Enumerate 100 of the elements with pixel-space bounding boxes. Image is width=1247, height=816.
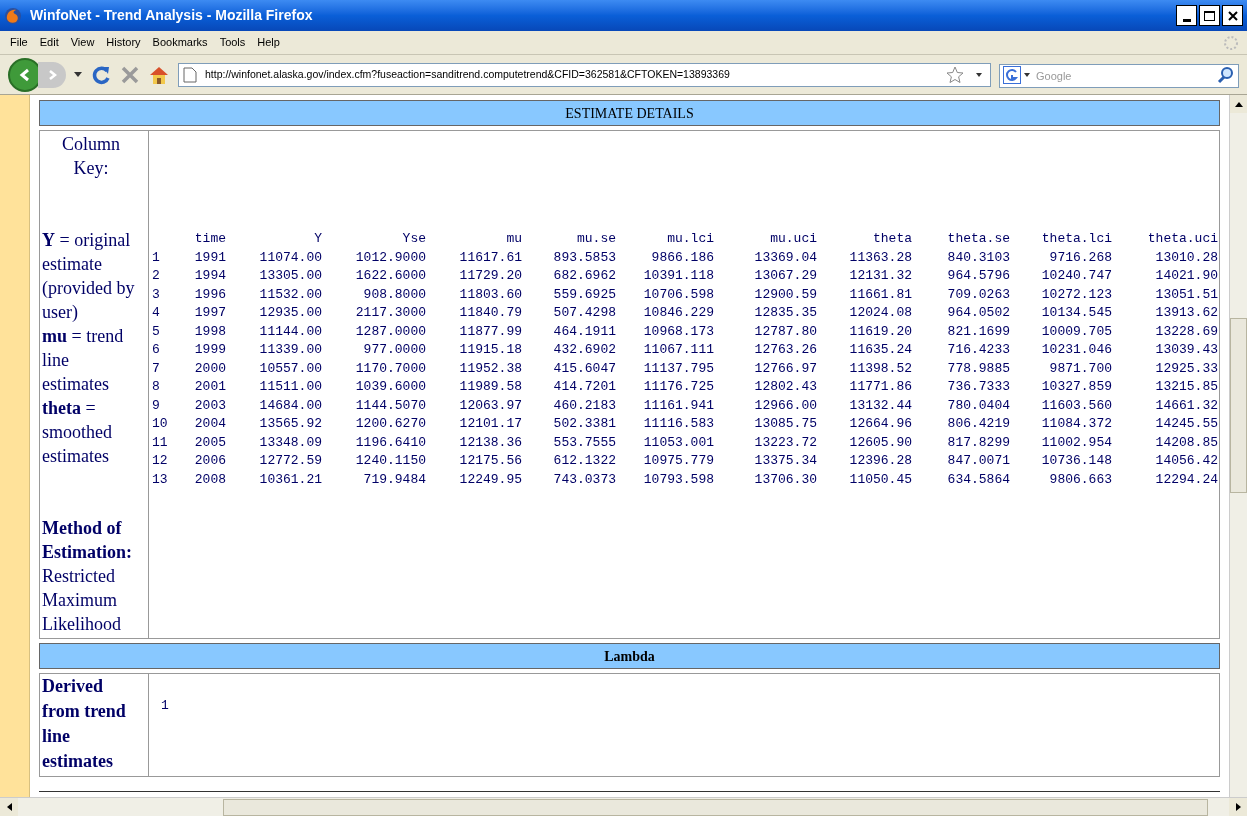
table-cell-text: 10736.148	[1040, 452, 1112, 470]
table-cell-text: 12664.96	[848, 415, 912, 433]
minimize-button[interactable]	[1176, 5, 1197, 26]
table-cell-text: 11137.795	[642, 359, 714, 378]
table-cell-text: 10327.859	[1040, 378, 1112, 396]
column-header: mu.uci	[769, 230, 817, 248]
search-engine-icon[interactable]	[1003, 65, 1031, 84]
throbber-icon	[1223, 34, 1239, 51]
table-cell-text: 414.7201	[552, 378, 616, 396]
lambda-label: Derived from trend line estimates	[40, 674, 149, 776]
table-cell-text: 415.6047	[552, 359, 616, 378]
maximize-button[interactable]	[1199, 5, 1220, 26]
star-icon[interactable]	[946, 65, 964, 84]
table-cell-text: 12763.26	[753, 341, 817, 359]
table-cell-text: 11952.38	[458, 359, 522, 378]
table-cell-text: 2004	[193, 415, 226, 433]
table-cell-text: 1144.5070	[354, 396, 426, 415]
menu-item[interactable]: Bookmarks	[146, 34, 214, 51]
home-icon[interactable]	[148, 64, 170, 85]
table-cell-text: 1196.6410	[354, 433, 426, 452]
table-cell-text: 1622.6000	[354, 267, 426, 285]
search-icon[interactable]	[1217, 65, 1235, 84]
close-icon	[1227, 10, 1238, 21]
table-cell-text: 719.9484	[362, 470, 426, 489]
table-cell-text: 9871.700	[1048, 359, 1112, 378]
scroll-thumb[interactable]	[223, 798, 1208, 816]
table-cell-text: 13085.75	[753, 415, 817, 433]
table-cell-text: 743.0373	[552, 470, 616, 489]
table-cell-text: 13913.62	[1154, 304, 1218, 322]
table-cell-text: 709.0263	[946, 285, 1010, 304]
table-cell-text: 12605.90	[848, 433, 912, 452]
table-cell-text: 14208.85	[1154, 433, 1218, 452]
table-cell-text: 12294.24	[1154, 470, 1218, 489]
table-cell-text: 716.4233	[946, 341, 1010, 359]
row-number: 4	[152, 304, 161, 322]
table-cell-text: 1039.6000	[354, 378, 426, 396]
table-cell-text: 11053.001	[642, 433, 714, 452]
table-cell-text: 1240.1150	[354, 452, 426, 470]
table-cell-text: 1991	[193, 248, 226, 267]
table-cell-text: 12766.97	[753, 359, 817, 378]
table-cell-text: 10231.046	[1040, 341, 1112, 359]
table-cell-text: 1996	[193, 285, 226, 304]
table-cell-text: 13305.00	[258, 267, 322, 285]
table-cell-text: 12138.36	[458, 433, 522, 452]
scroll-right-icon[interactable]	[1235, 803, 1241, 811]
menu-item[interactable]: File	[4, 34, 34, 51]
table-cell-text: 10793.598	[642, 470, 714, 489]
menu-item[interactable]: Help	[251, 34, 286, 51]
table-cell-text: 1287.0000	[354, 322, 426, 341]
table-cell-text: 13565.92	[258, 415, 322, 433]
table-cell-text: 11803.60	[458, 285, 522, 304]
table-cell-text: 13132.44	[848, 396, 912, 415]
table-cell-text: 11002.954	[1040, 433, 1112, 452]
menu-item[interactable]: Tools	[213, 34, 252, 51]
caret-icon[interactable]	[976, 72, 982, 77]
column-header: mu.se	[576, 230, 616, 248]
section-header: ESTIMATE DETAILS	[39, 100, 1220, 126]
lambda-value: 1	[161, 697, 169, 714]
table-cell-text: 1999	[193, 341, 226, 359]
table-cell-text: 10361.21	[258, 470, 322, 489]
table-cell-text: 893.5853	[552, 248, 616, 267]
table-cell-text: 13010.28	[1154, 248, 1218, 267]
table-cell-text: 10968.173	[642, 322, 714, 341]
table-cell-text: 13067.29	[753, 267, 817, 285]
menu-item[interactable]: Edit	[33, 34, 65, 51]
table-cell-text: 840.3103	[946, 248, 1010, 267]
table-cell-text: 11915.18	[458, 341, 522, 359]
table-cell-text: 964.5796	[946, 267, 1010, 285]
table-cell-text: 11363.28	[848, 248, 912, 267]
table-cell-text: 10975.779	[642, 452, 714, 470]
table-cell-text: 553.7555	[552, 433, 616, 452]
table-cell-text: 2117.3000	[354, 304, 426, 322]
column-header: time	[193, 230, 226, 248]
horizontal-scrollbar[interactable]	[0, 797, 1247, 816]
address-field[interactable]: http://winfonet.alaska.gov/index.cfm?fuseaction=sanditrend.computetrend&CFID=362581&CFTOKEN=13893369	[178, 62, 991, 87]
close-button[interactable]	[1222, 5, 1243, 26]
table-cell-text: 11635.24	[848, 341, 912, 359]
column-header: Yse	[401, 230, 426, 248]
caret-icon[interactable]	[74, 72, 82, 77]
table-cell-text: 11989.58	[458, 378, 522, 396]
scroll-thumb[interactable]	[1230, 318, 1247, 493]
scroll-left-icon[interactable]	[6, 803, 12, 811]
table-cell-text: 12787.80	[753, 322, 817, 341]
column-header: theta.se	[946, 230, 1010, 248]
row-number: 9	[152, 396, 161, 415]
table-cell-text: 502.3381	[552, 415, 616, 433]
row-number: 7	[152, 359, 161, 378]
table-cell-text: 13348.09	[258, 433, 322, 452]
table-cell-text: 11532.00	[258, 285, 322, 304]
scroll-up-icon[interactable]	[1234, 101, 1243, 107]
table-cell-text: 13215.85	[1154, 378, 1218, 396]
method-label: Method of Estimation:	[42, 517, 133, 564]
menu-item[interactable]: History	[100, 34, 147, 51]
table-cell-text: 2000	[193, 359, 226, 378]
table-cell-text: 13369.04	[753, 248, 817, 267]
vertical-scrollbar[interactable]	[1229, 95, 1247, 797]
menu-item[interactable]: View	[64, 34, 101, 51]
table-cell-text: 11116.583	[642, 415, 714, 433]
search-field[interactable]: Google	[999, 63, 1239, 88]
table-cell-text: 12900.59	[753, 285, 817, 304]
